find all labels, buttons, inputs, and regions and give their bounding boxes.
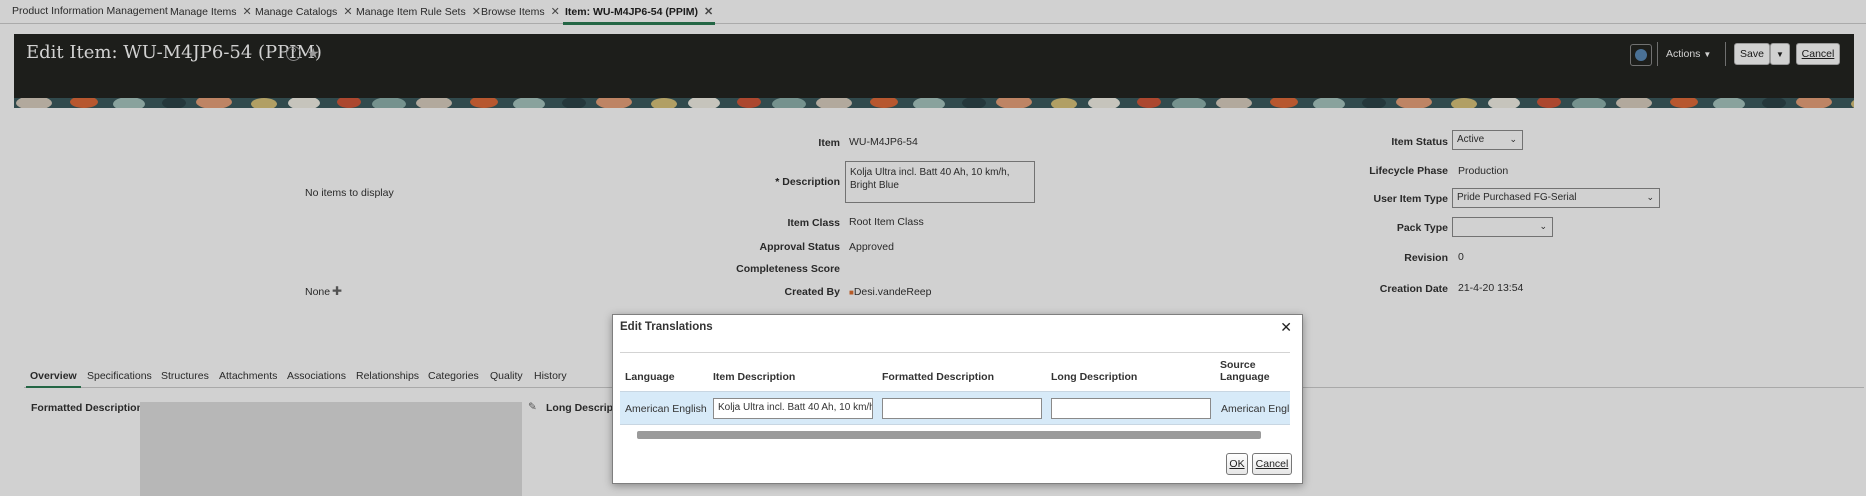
cancel-label: Cancel [1255, 458, 1289, 470]
edit-translations-dialog: Edit Translations ✕ Language Item Descri… [612, 314, 1303, 484]
horizontal-scrollbar[interactable] [637, 431, 1261, 439]
item-description-input[interactable]: Kolja Ultra incl. Batt 40 Ah, 10 km/h [713, 398, 873, 419]
ok-button[interactable]: OK [1226, 453, 1248, 475]
column-header-language: Language [625, 371, 675, 383]
table-divider [620, 352, 1290, 353]
table-row[interactable]: American English Kolja Ultra incl. Batt … [620, 391, 1290, 425]
column-header-long-description: Long Description [1051, 371, 1138, 383]
dialog-title: Edit Translations [620, 321, 713, 333]
formatted-description-input[interactable] [882, 398, 1042, 419]
cell-source-language: American English [1221, 403, 1289, 415]
column-header-item-description: Item Description [713, 371, 796, 383]
long-description-input[interactable] [1051, 398, 1211, 419]
close-icon[interactable]: ✕ [1280, 319, 1292, 336]
cancel-button[interactable]: Cancel [1252, 453, 1292, 475]
cell-language: American English [625, 403, 707, 415]
column-header-formatted-description: Formatted Description [882, 371, 995, 383]
ok-label: OK [1229, 458, 1245, 470]
column-header-source-language: Source Language [1220, 359, 1270, 383]
